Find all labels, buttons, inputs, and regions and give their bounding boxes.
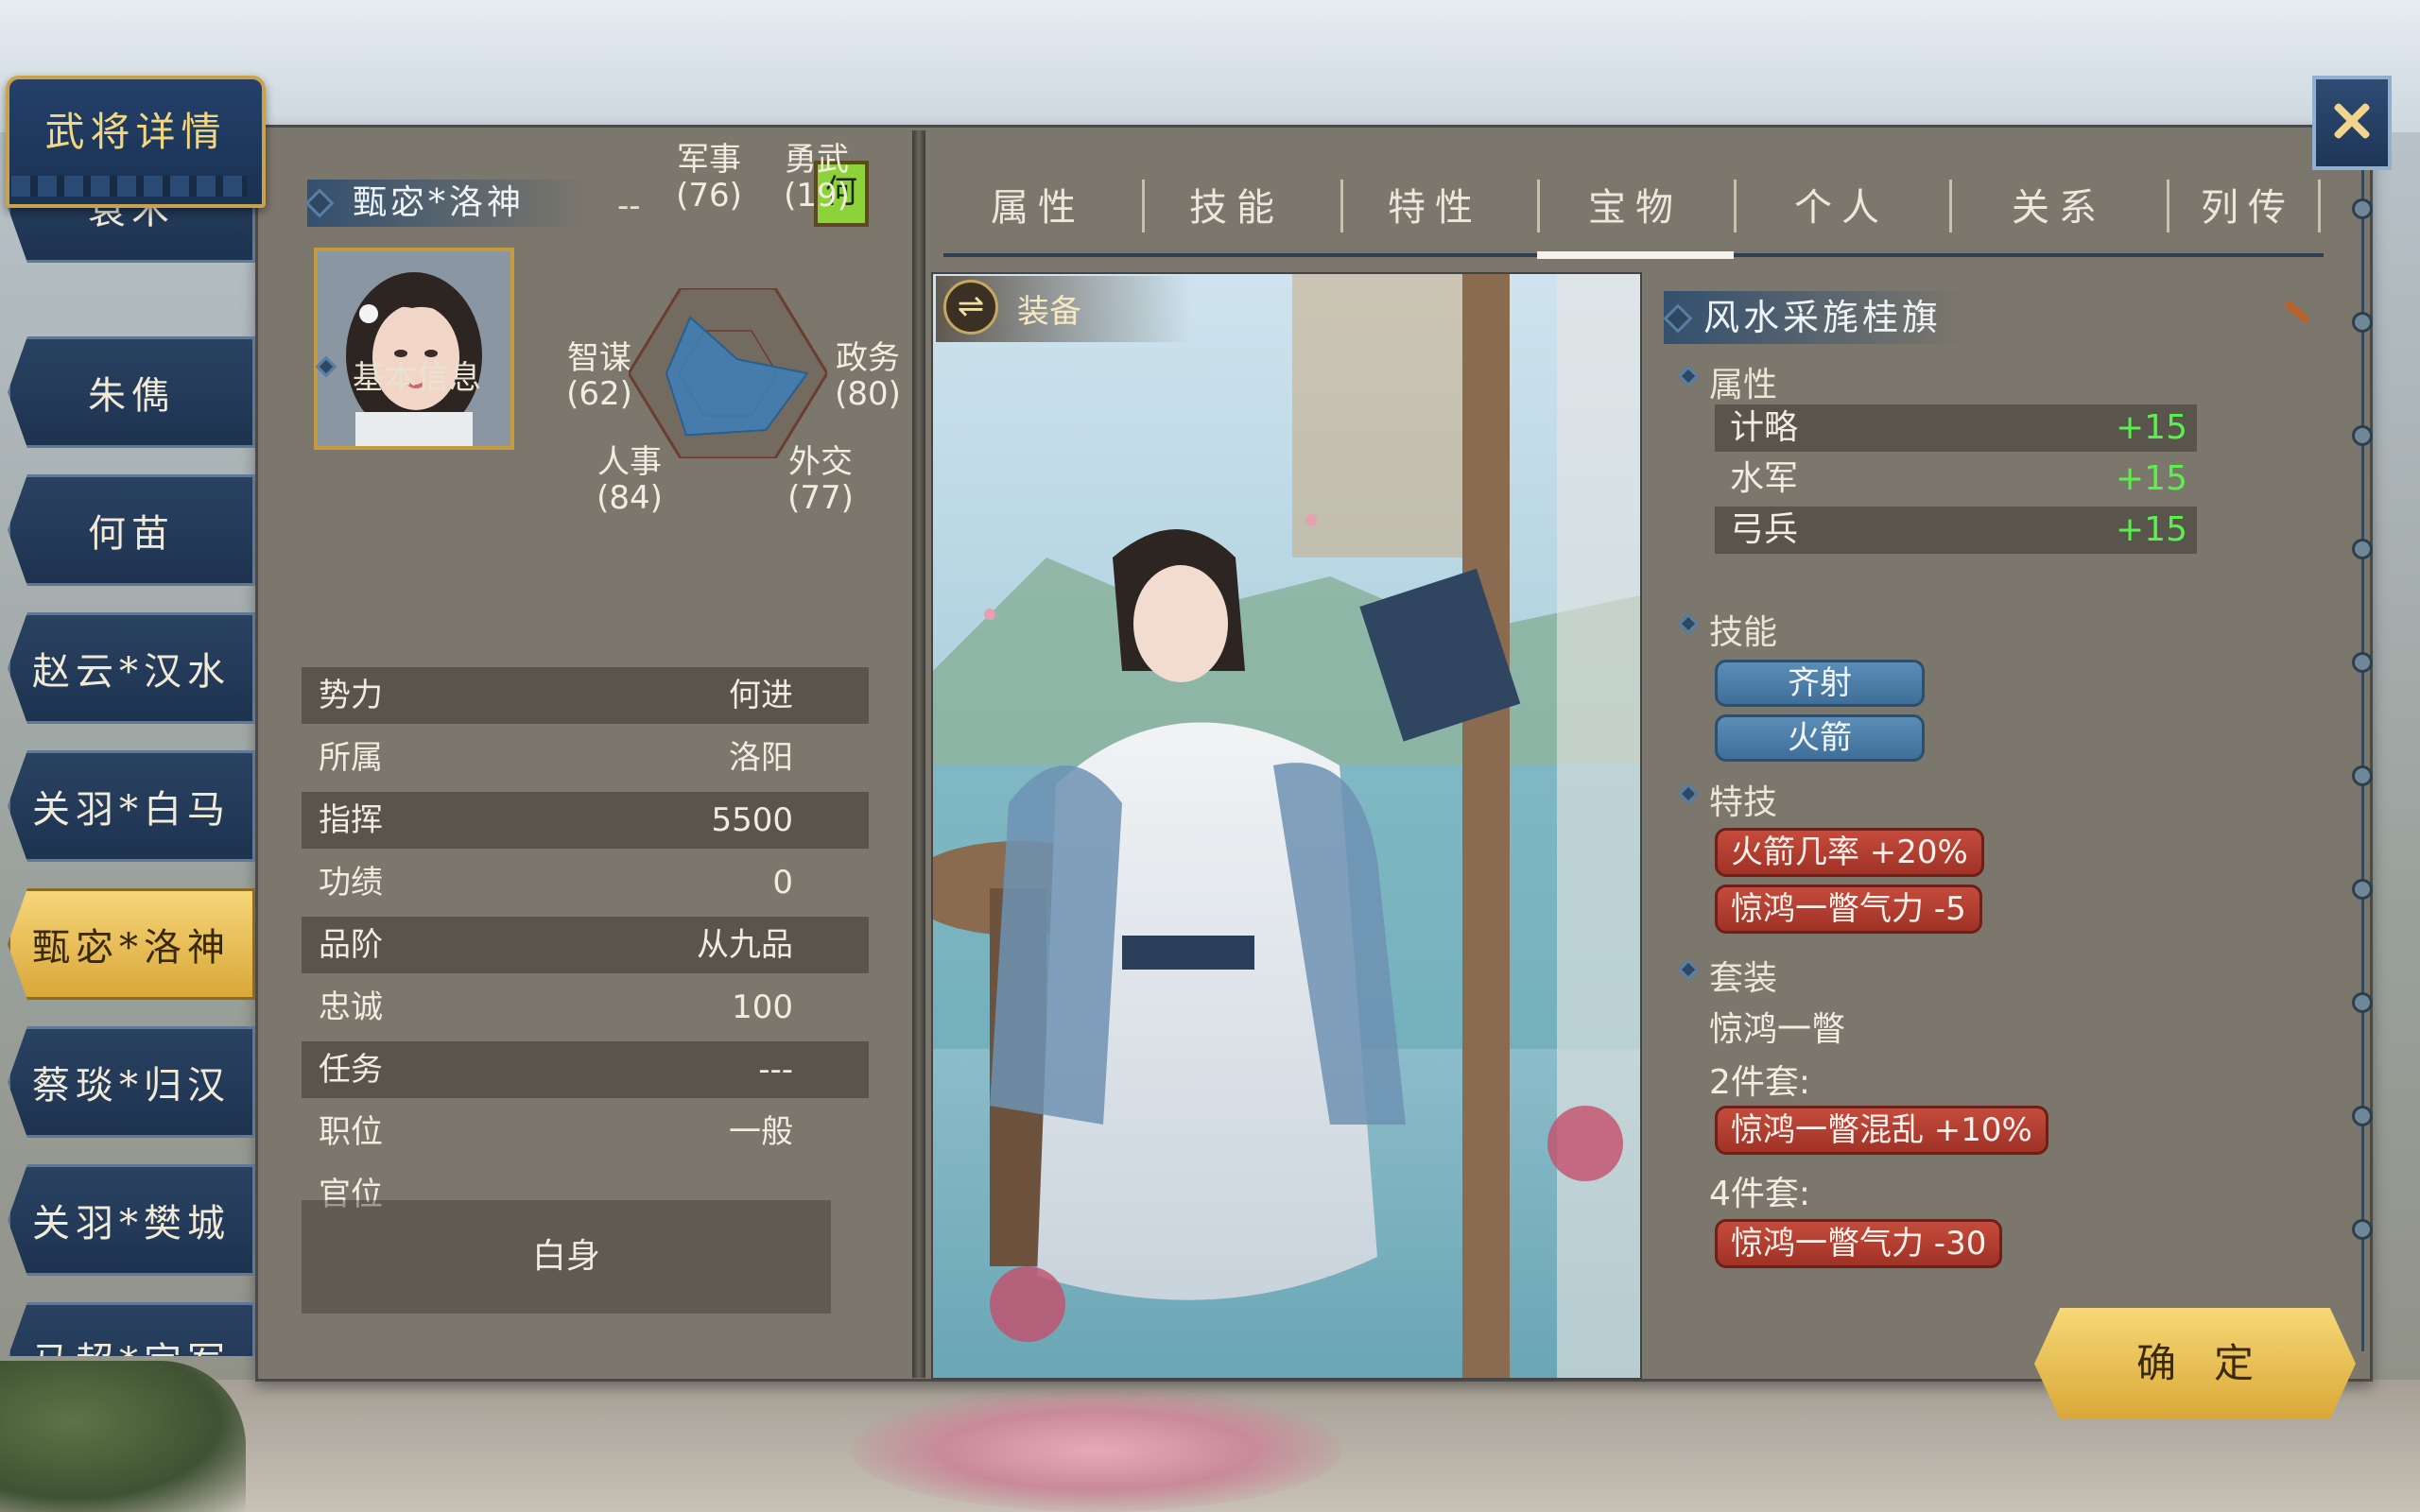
skills-heading: 技能 — [1677, 605, 1777, 654]
skill-pill[interactable]: 火箭 — [1715, 714, 1925, 762]
info-row-command: 指挥 5500 — [302, 792, 869, 849]
trait-pill[interactable]: 惊鸿一瞥气力 -5 — [1715, 885, 1982, 934]
info-row-task: 任务 --- — [302, 1041, 869, 1098]
info-row-city: 所属 洛阳 — [319, 739, 793, 777]
banner-fringe — [11, 176, 248, 197]
roster-item[interactable]: 朱儁 — [8, 336, 255, 448]
panel-divider — [912, 130, 925, 1378]
scroll-edge-decoration — [2335, 161, 2392, 1351]
basic-info-heading: 基本信息 — [315, 352, 481, 398]
info-row-faction: 势力 何进 — [302, 667, 869, 724]
general-roster: 袁术 朱儁 何苗 赵云*汉水 关羽*白马 甄宓*洛神 蔡琰*归汉 关羽*樊城 马… — [8, 198, 263, 1356]
stat-valor: 勇武 (19) — [784, 141, 850, 215]
roster-item[interactable]: 赵云*汉水 — [8, 612, 255, 724]
info-row-position: 职位 一般 — [319, 1113, 793, 1151]
attr-row: 计略 +15 — [1715, 404, 2197, 452]
roster-item[interactable]: 马超*定军 — [8, 1302, 255, 1356]
general-info-panel: 甄宓*洛神 -- 何 军事 (76) 勇武 (19) 智谋 (62) 政务 (80) 人… — [288, 142, 912, 1361]
traits-heading: 特技 — [1677, 775, 1777, 824]
detail-tabs: 属性 技能 特性 宝物 个人 关系 列传 — [943, 170, 2324, 265]
info-row-loyalty: 忠诚 100 — [319, 988, 793, 1026]
set-heading: 套装 — [1677, 951, 1777, 1000]
set2-label: 2件套: — [1709, 1063, 1811, 1102]
roster-item[interactable]: 何苗 — [8, 474, 255, 586]
diamond-icon — [1677, 365, 1700, 387]
tab-personal[interactable]: 个人 — [1747, 170, 1936, 246]
equip-tag[interactable]: ⇌ 装备 — [936, 276, 1191, 342]
general-artwork — [931, 272, 1642, 1380]
treasure-name: 风水采旄桂旗 — [1664, 291, 1966, 344]
tab-relations[interactable]: 关系 — [1964, 170, 2153, 246]
tab-traits[interactable]: 特性 — [1340, 170, 1530, 246]
diamond-icon — [1677, 612, 1700, 635]
tab-attributes[interactable]: 属性 — [943, 170, 1132, 246]
set4-effect-pill[interactable]: 惊鸿一瞥气力 -30 — [1715, 1219, 2003, 1268]
set-name: 惊鸿一瞥 — [1709, 1010, 1846, 1049]
confirm-button[interactable]: 确定 — [2034, 1308, 2356, 1419]
tab-treasure[interactable]: 宝物 — [1541, 170, 1730, 246]
placeholder-text: -- — [617, 187, 641, 225]
trait-pill[interactable]: 火箭几率 +20% — [1715, 828, 1984, 877]
roster-item[interactable]: 袁术 — [8, 198, 255, 263]
roster-item[interactable]: 关羽*白马 — [8, 750, 255, 862]
roster-item[interactable]: 关羽*樊城 — [8, 1164, 255, 1276]
active-tab-indicator — [1537, 251, 1734, 259]
close-button[interactable] — [2312, 76, 2392, 170]
stat-military: 军事 (76) — [676, 141, 742, 215]
status-box: 白身 — [302, 1200, 831, 1314]
attr-row: 水军 +15 — [1730, 459, 2187, 498]
attributes-heading: 属性 — [1677, 357, 1777, 406]
diamond-icon — [1677, 958, 1700, 981]
tab-biography[interactable]: 列传 — [2153, 170, 2342, 246]
general-portrait[interactable] — [314, 248, 514, 450]
treasure-detail: 风水采旄桂旗 属性 计略 +15 水军 +15 弓兵 +15 技能 齐射 火箭 特技 … — [1645, 284, 2325, 1370]
set2-effect-pill[interactable]: 惊鸿一瞥混乱 +10% — [1715, 1106, 2048, 1155]
sky-background — [0, 0, 2420, 132]
roster-item-selected[interactable]: 甄宓*洛神 — [8, 888, 255, 1000]
roster-item[interactable]: 蔡琰*归汉 — [8, 1026, 255, 1138]
bush — [0, 1361, 246, 1512]
blossom-tree — [851, 1389, 1342, 1512]
swap-icon[interactable]: ⇌ — [943, 280, 998, 335]
general-name: 甄宓*洛神 — [307, 180, 591, 227]
skill-pill[interactable]: 齐射 — [1715, 660, 1925, 707]
set4-label: 4件套: — [1709, 1175, 1811, 1213]
info-row-merit: 功绩 0 — [319, 864, 793, 902]
window-title: 武将详情 — [44, 109, 227, 155]
info-row-rank: 品阶 从九品 — [302, 917, 869, 973]
equip-label: 装备 — [1017, 293, 1081, 331]
attr-row: 弓兵 +15 — [1715, 507, 2197, 554]
diamond-icon — [1677, 782, 1700, 805]
stat-radar-chart — [629, 288, 827, 458]
tab-skills[interactable]: 技能 — [1142, 170, 1331, 246]
brush-icon[interactable] — [2283, 300, 2311, 324]
